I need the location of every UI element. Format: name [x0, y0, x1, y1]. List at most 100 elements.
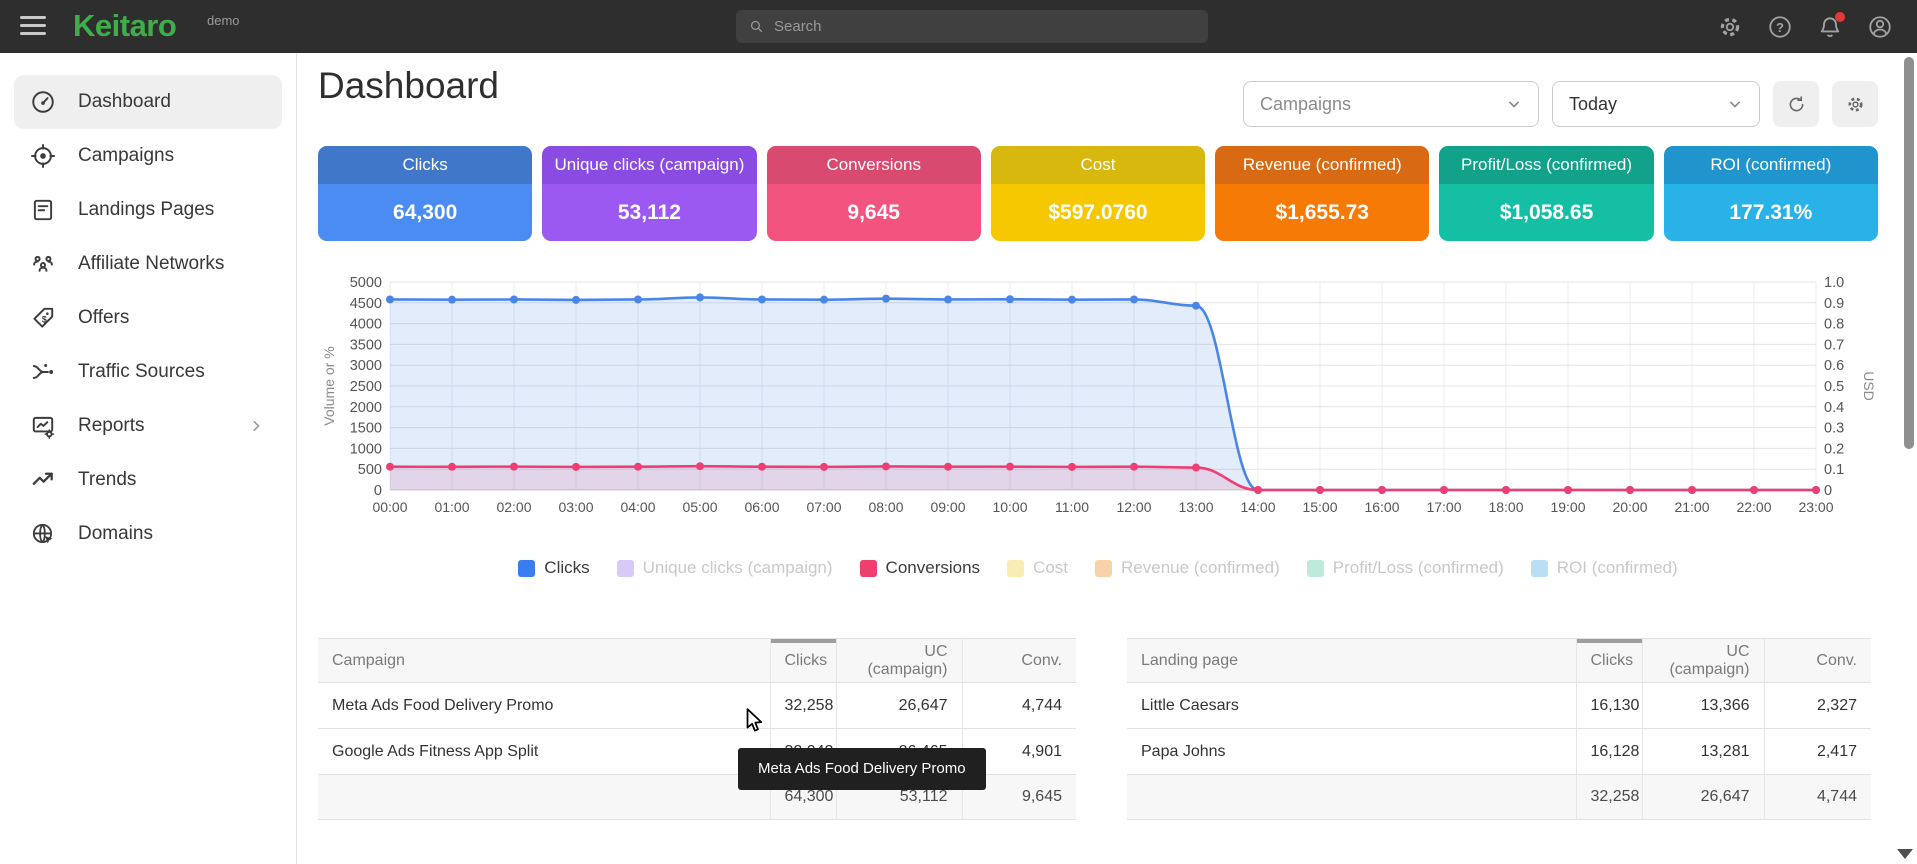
svg-text:22:00: 22:00	[1736, 499, 1771, 515]
svg-text:02:00: 02:00	[496, 499, 531, 515]
campaign-filter-value: Campaigns	[1260, 94, 1351, 115]
column-header-campaign[interactable]: Campaign	[318, 639, 770, 683]
svg-text:1500: 1500	[350, 421, 382, 437]
sidebar-item-affiliate-networks[interactable]: Affiliate Networks	[14, 237, 282, 291]
sidebar-item-campaigns[interactable]: Campaigns	[14, 129, 282, 183]
date-range-select[interactable]: Today	[1552, 81, 1760, 127]
column-header-landing-page[interactable]: Landing page	[1127, 639, 1576, 683]
row-name-cell: Little Caesars	[1127, 683, 1576, 729]
traffic-chart[interactable]: 00:0001:0002:0003:0004:0005:0006:0007:00…	[318, 266, 1878, 540]
sidebar-item-dashboard[interactable]: Dashboard	[14, 75, 282, 129]
svg-text:2000: 2000	[350, 400, 382, 416]
svg-text:1.0: 1.0	[1824, 275, 1844, 291]
domains-icon	[30, 521, 56, 547]
legend-item-conversions[interactable]: Conversions	[860, 558, 981, 578]
legend-label: Clicks	[544, 558, 589, 578]
table-row[interactable]: Meta Ads Food Delivery Promo32,25826,647…	[318, 683, 1076, 729]
row-name-cell: Meta Ads Food Delivery Promo	[318, 683, 770, 729]
legend-label: Unique clicks (campaign)	[643, 558, 833, 578]
sidebar-item-trends[interactable]: Trends	[14, 453, 282, 507]
table-row[interactable]: Little Caesars16,13013,3662,327	[1127, 683, 1871, 729]
settings-icon[interactable]	[1717, 14, 1743, 40]
legend-item-clicks[interactable]: Clicks	[518, 558, 589, 578]
dashboard-settings-button[interactable]	[1832, 81, 1878, 127]
notification-badge	[1835, 12, 1845, 22]
column-header-conv-[interactable]: Conv.	[1764, 639, 1871, 683]
svg-text:5000: 5000	[350, 275, 382, 291]
notifications-bell-icon[interactable]	[1817, 14, 1843, 40]
page-scrollbar-thumb[interactable]	[1904, 57, 1914, 449]
stat-card-label: Conversions	[767, 146, 981, 184]
landing-pages-icon	[30, 197, 56, 223]
sidebar-item-offers[interactable]: $Offers	[14, 291, 282, 345]
stat-card-value: $1,058.65	[1439, 184, 1653, 241]
svg-text:0.5: 0.5	[1824, 379, 1844, 395]
stat-card-label: Profit/Loss (confirmed)	[1439, 146, 1653, 184]
stat-card-unique-clicks-campaign-[interactable]: Unique clicks (campaign)53,112	[542, 146, 756, 241]
svg-text:09:00: 09:00	[930, 499, 965, 515]
stat-card-cost[interactable]: Cost$597.0760	[991, 146, 1205, 241]
keitaro-dashboard-app: Keitaro demo ? DashboardCampaignsLanding…	[0, 0, 1917, 864]
sidebar-item-label: Dashboard	[78, 91, 171, 113]
chevron-down-icon	[1504, 94, 1524, 114]
topbar: Keitaro demo ?	[0, 0, 1917, 53]
table-row[interactable]: Papa Johns16,12813,2812,417	[1127, 729, 1871, 775]
landings-table-panel: Landing pageClicksUC (campaign)Conv.Litt…	[1127, 638, 1871, 820]
date-range-value: Today	[1569, 94, 1617, 115]
legend-item-profit-loss-confirmed-[interactable]: Profit/Loss (confirmed)	[1307, 558, 1504, 578]
svg-text:Volume or %: Volume or %	[321, 346, 337, 425]
legend-swatch	[617, 560, 634, 577]
user-account-icon[interactable]	[1867, 14, 1893, 40]
legend-item-cost[interactable]: Cost	[1007, 558, 1068, 578]
stat-card-value: 9,645	[767, 184, 981, 241]
sidebar-item-label: Affiliate Networks	[78, 253, 224, 275]
chart-legend: Clicks Unique clicks (campaign) Conversion…	[318, 558, 1878, 578]
legend-label: ROI (confirmed)	[1557, 558, 1678, 578]
column-header-clicks[interactable]: Clicks	[1576, 639, 1642, 683]
column-header-uc-campaign-[interactable]: UC (campaign)	[1642, 639, 1764, 683]
search-input[interactable]	[774, 18, 1196, 35]
help-icon[interactable]: ?	[1767, 14, 1793, 40]
affiliate-networks-icon	[30, 251, 56, 277]
campaign-filter-select[interactable]: Campaigns	[1243, 81, 1539, 127]
legend-label: Profit/Loss (confirmed)	[1333, 558, 1504, 578]
totals-label-cell	[1127, 775, 1576, 820]
stat-card-value: 177.31%	[1664, 184, 1878, 241]
svg-text:3500: 3500	[350, 337, 382, 353]
chevron-right-icon	[246, 416, 266, 436]
search-box[interactable]	[736, 10, 1208, 43]
row-name-cell: Papa Johns	[1127, 729, 1576, 775]
column-header-conv-[interactable]: Conv.	[962, 639, 1076, 683]
legend-swatch	[1007, 560, 1024, 577]
sort-indicator	[1577, 639, 1642, 643]
svg-text:17:00: 17:00	[1426, 499, 1461, 515]
refresh-button[interactable]	[1773, 81, 1819, 127]
stat-card-revenue-confirmed-[interactable]: Revenue (confirmed)$1,655.73	[1215, 146, 1429, 241]
brand-logo[interactable]: Keitaro	[73, 8, 176, 44]
scroll-down-arrow-icon[interactable]	[1897, 849, 1913, 859]
sidebar-item-traffic-sources[interactable]: Traffic Sources	[14, 345, 282, 399]
legend-swatch	[1531, 560, 1548, 577]
row-value-cell: 13,366	[1642, 683, 1764, 729]
row-value-cell: 4,744	[962, 683, 1076, 729]
svg-text:06:00: 06:00	[744, 499, 779, 515]
stat-card-clicks[interactable]: Clicks64,300	[318, 146, 532, 241]
legend-item-unique-clicks-campaign-[interactable]: Unique clicks (campaign)	[617, 558, 833, 578]
stat-card-profit-loss-confirmed-[interactable]: Profit/Loss (confirmed)$1,058.65	[1439, 146, 1653, 241]
row-value-cell: 32,258	[770, 683, 836, 729]
menu-toggle-icon[interactable]	[20, 16, 46, 40]
sidebar-item-reports[interactable]: Reports	[14, 399, 282, 453]
column-header-uc-campaign-[interactable]: UC (campaign)	[836, 639, 962, 683]
dashboard-controls: Campaigns Today	[1243, 81, 1878, 127]
stat-card-roi-confirmed-[interactable]: ROI (confirmed)177.31%	[1664, 146, 1878, 241]
mouse-cursor	[740, 706, 770, 736]
svg-text:0.2: 0.2	[1824, 441, 1844, 457]
column-header-clicks[interactable]: Clicks	[770, 639, 836, 683]
legend-item-revenue-confirmed-[interactable]: Revenue (confirmed)	[1095, 558, 1280, 578]
sidebar-item-landings-pages[interactable]: Landings Pages	[14, 183, 282, 237]
legend-item-roi-confirmed-[interactable]: ROI (confirmed)	[1531, 558, 1678, 578]
sidebar-item-domains[interactable]: Domains	[14, 507, 282, 561]
svg-text:0: 0	[1824, 483, 1832, 499]
stat-card-value: $1,655.73	[1215, 184, 1429, 241]
stat-card-conversions[interactable]: Conversions9,645	[767, 146, 981, 241]
